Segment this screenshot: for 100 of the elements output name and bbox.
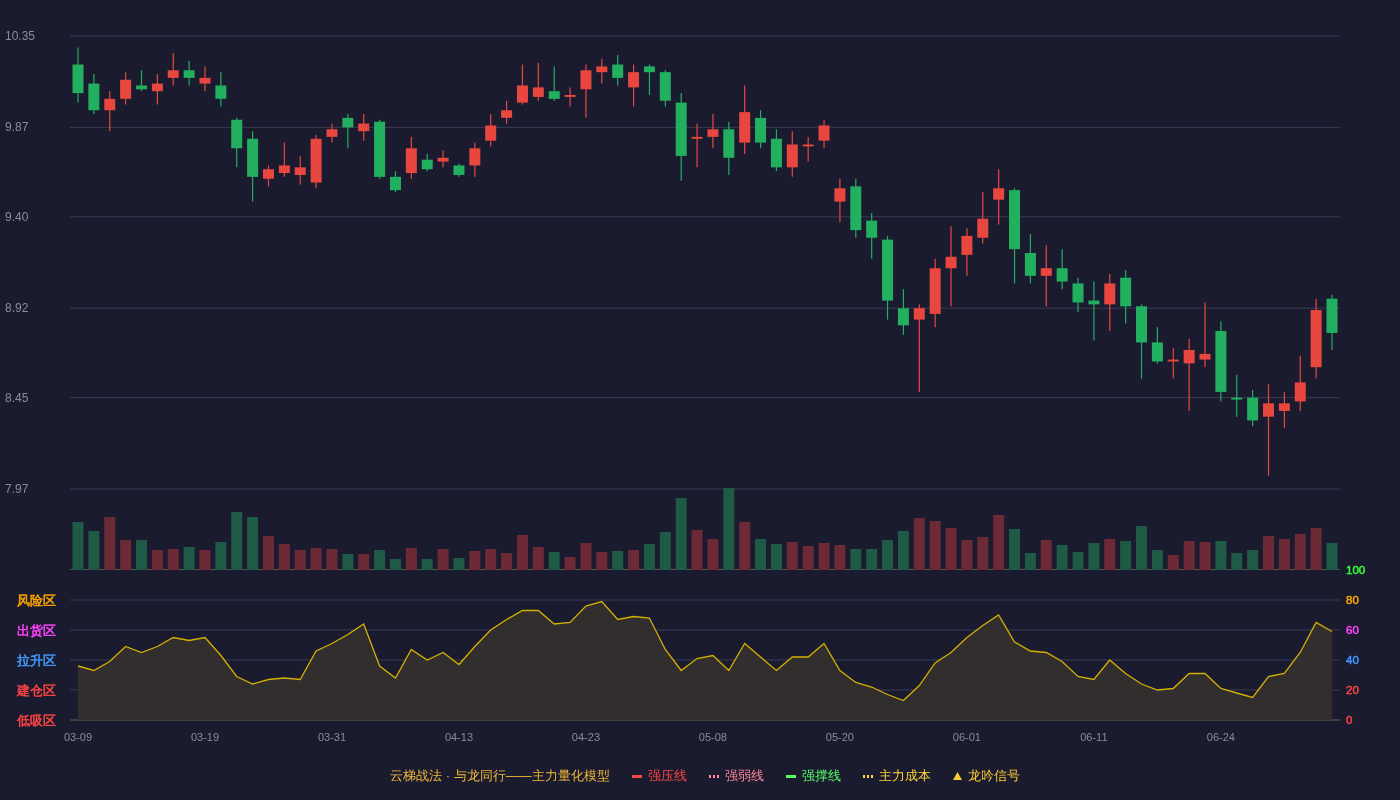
candlestick — [1104, 273, 1116, 332]
candlestick — [993, 168, 1005, 226]
axis-label: 04-23 — [571, 731, 600, 743]
candlestick — [929, 258, 941, 328]
candlestick — [691, 122, 703, 168]
candlestick — [659, 69, 671, 107]
candlestick — [199, 65, 211, 92]
volume-bar — [659, 532, 671, 570]
volume-bar — [1310, 528, 1322, 570]
candlestick — [707, 113, 719, 149]
candlestick — [342, 113, 354, 149]
volume-bar — [564, 557, 576, 570]
candlestick — [532, 62, 544, 102]
candlestick — [564, 86, 576, 107]
volume-bar — [294, 550, 306, 570]
legend-label: 强撑线 — [801, 767, 841, 785]
candlestick — [977, 191, 989, 245]
volume-bar — [1104, 539, 1116, 570]
candlestick — [818, 119, 830, 149]
volume-bar — [834, 545, 846, 570]
volume-bar — [501, 553, 513, 570]
volume-bar — [1056, 545, 1068, 570]
volume-bar — [342, 554, 354, 570]
axis-label: 9.87 — [5, 120, 29, 135]
volume-bar — [818, 543, 830, 570]
candlestick — [151, 73, 163, 106]
volume-bar — [1072, 552, 1084, 570]
volume-bar — [437, 549, 449, 570]
candlestick — [755, 109, 767, 149]
volume-bar — [580, 543, 592, 570]
axis-label: 05-20 — [825, 731, 854, 743]
volume-bar — [897, 531, 909, 570]
axis-label: 20 — [1346, 684, 1359, 696]
candlestick — [1247, 389, 1259, 427]
candlestick — [1231, 374, 1243, 418]
volume-bar — [707, 539, 719, 570]
volume-bar — [1215, 541, 1227, 570]
candlestick — [389, 170, 401, 193]
candlestick — [802, 136, 814, 163]
axis-label: 10.35 — [5, 29, 36, 43]
volume-bar — [1024, 553, 1036, 570]
volume-bar — [516, 535, 528, 570]
axis-label: 03-19 — [190, 731, 220, 743]
volume-bar — [151, 550, 163, 570]
volume-bar — [1278, 539, 1290, 570]
volume-bar — [231, 512, 243, 570]
candlestick — [1167, 347, 1179, 380]
volume-bar — [755, 539, 767, 570]
axis-label: 100 — [1346, 564, 1366, 576]
candlestick — [1040, 244, 1052, 307]
volume-bar — [389, 559, 401, 570]
volume-bar — [247, 517, 259, 570]
candlestick — [834, 178, 846, 224]
volume-bar — [88, 531, 100, 570]
volume-bar — [643, 544, 655, 570]
zone-label: 建仓区 — [17, 684, 56, 698]
candlestick — [405, 136, 417, 180]
volume-bar — [929, 521, 941, 570]
candlestick — [1088, 280, 1100, 342]
volume-bar — [263, 536, 274, 570]
candlestick — [469, 142, 481, 178]
volume-bar — [326, 549, 338, 570]
candlestick — [723, 121, 735, 176]
candlestick — [120, 71, 132, 106]
volume-bar — [1136, 526, 1147, 570]
volume-bar — [961, 540, 973, 570]
volume-bar — [532, 547, 544, 570]
legend-label: 主力成本 — [878, 767, 931, 785]
volume-bar — [1326, 543, 1338, 570]
axis-label: 06-11 — [1080, 731, 1108, 743]
candlestick — [183, 60, 195, 87]
volume-bar — [469, 551, 481, 570]
volume-bar — [120, 540, 132, 570]
volume-bar — [691, 530, 703, 570]
volume-bar — [1088, 543, 1100, 570]
volume-bar — [421, 559, 433, 570]
volume-bar — [1009, 529, 1021, 570]
candlestick — [263, 164, 274, 187]
candlestick — [294, 155, 306, 186]
volume-bar — [278, 544, 290, 570]
volume-bar — [1247, 550, 1259, 570]
candlestick — [326, 122, 338, 144]
axis-label: 03-31 — [317, 731, 347, 743]
volume-bar — [628, 550, 640, 570]
candlestick — [961, 227, 973, 277]
axis-label: 9.40 — [5, 209, 29, 224]
volume-bar — [945, 528, 957, 570]
candlestick — [850, 178, 862, 239]
volume-bar — [548, 552, 560, 570]
volume-bar — [199, 550, 211, 570]
volume-bar — [1120, 541, 1132, 570]
zone-label: 风险区 — [17, 594, 56, 608]
legend-title: 云梯战法 · 与龙同行——主力量化模型 — [390, 767, 610, 785]
axis-label: 40 — [1346, 654, 1359, 666]
volume-bar — [675, 498, 687, 570]
legend-label: 强压线 — [647, 767, 687, 785]
candlestick — [548, 65, 560, 102]
volume-bar — [167, 549, 179, 570]
axis-label: 80 — [1346, 594, 1359, 606]
candlestick — [628, 63, 640, 107]
